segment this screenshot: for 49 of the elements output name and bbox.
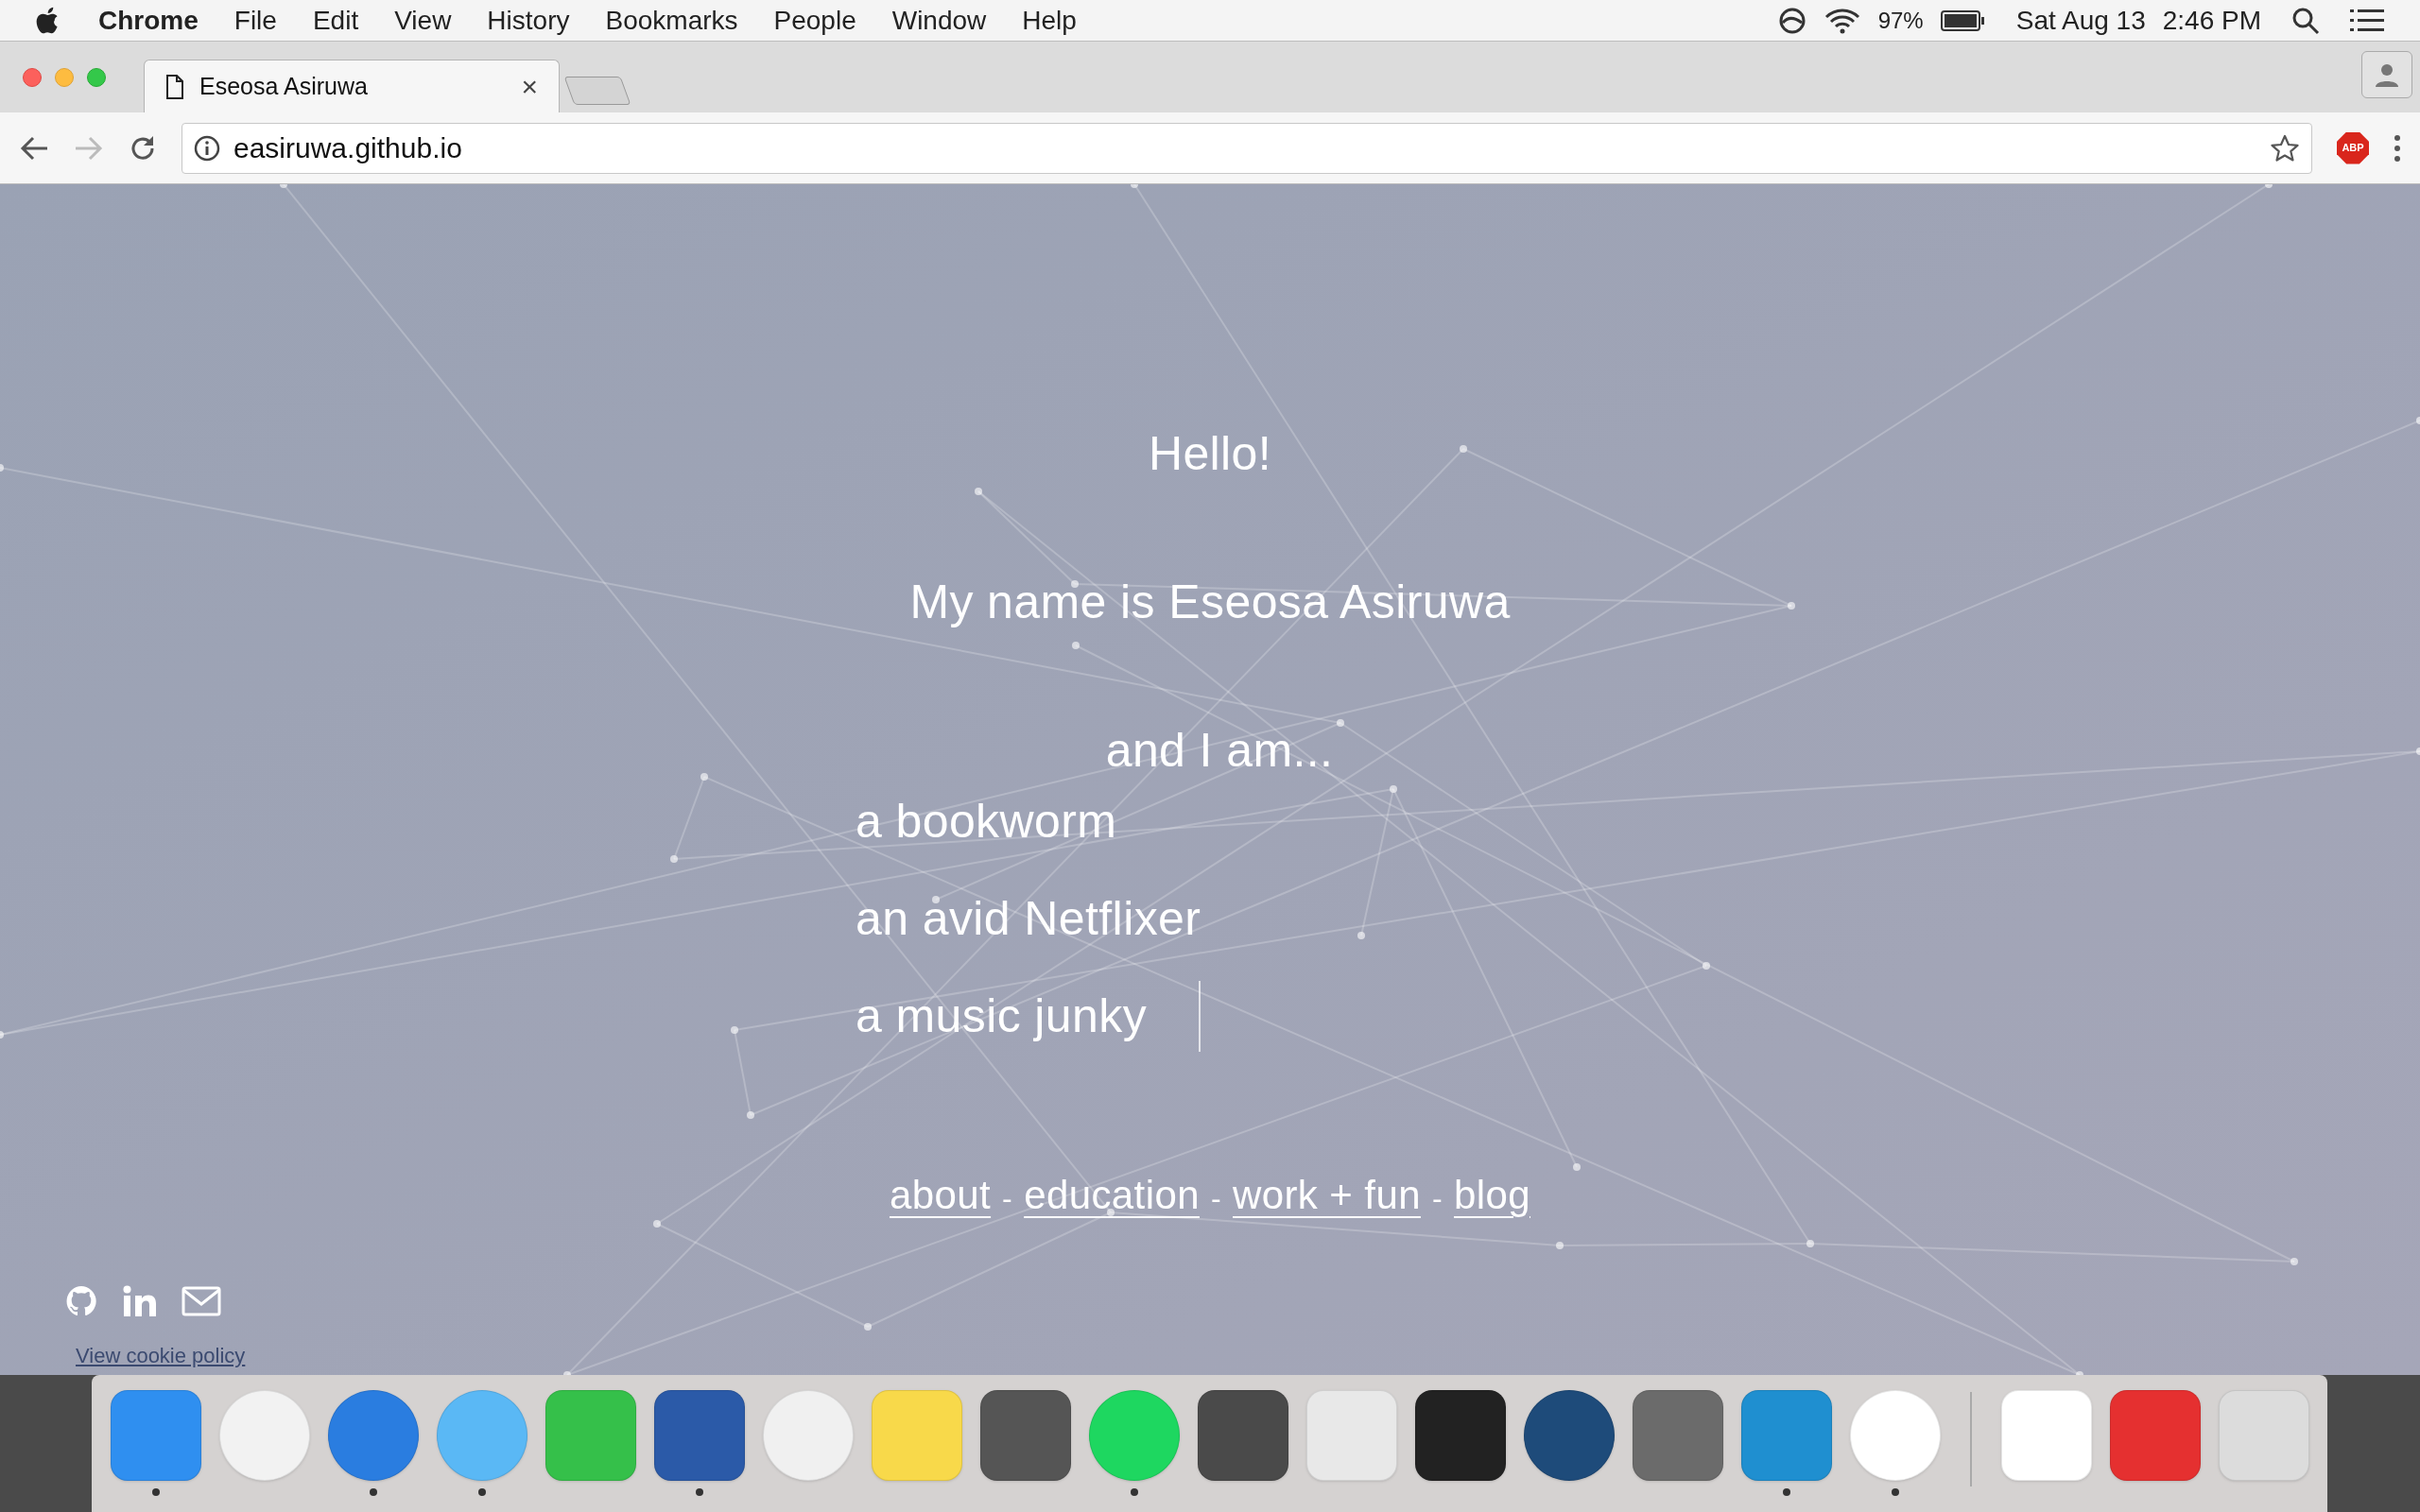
menu-item[interactable]: View bbox=[394, 0, 452, 41]
star-icon[interactable] bbox=[2270, 132, 2300, 163]
trait-text: a music junky bbox=[856, 981, 1201, 1052]
wifi-icon[interactable] bbox=[1823, 6, 1861, 35]
link-separator: - bbox=[1431, 1180, 1443, 1217]
address-bar[interactable]: easiruwa.github.io bbox=[182, 122, 2312, 174]
battery-icon[interactable] bbox=[1940, 9, 1986, 32]
close-window-button[interactable] bbox=[23, 67, 42, 87]
search-icon[interactable] bbox=[2291, 6, 2320, 35]
link-separator: - bbox=[1002, 1180, 1013, 1217]
menu-item[interactable]: Edit bbox=[312, 0, 359, 41]
app-icon[interactable] bbox=[1197, 1389, 1288, 1481]
menu-bar-date[interactable]: Sat Aug 13 bbox=[2015, 0, 2146, 41]
trait-text: a bookworm bbox=[856, 794, 1118, 850]
menu-item[interactable]: Help bbox=[1022, 0, 1077, 41]
zoom-window-button[interactable] bbox=[87, 67, 106, 87]
menu-item[interactable]: Window bbox=[891, 0, 987, 41]
list-icon[interactable] bbox=[2350, 8, 2384, 33]
browser-tab[interactable]: Eseosa Asiruwa × bbox=[144, 60, 560, 112]
menu-item[interactable]: People bbox=[773, 0, 856, 41]
lead-text: and I am... bbox=[1105, 723, 1334, 779]
intro-text: My name is Eseosa Asiruwa bbox=[909, 575, 1511, 630]
person-icon bbox=[2375, 62, 2399, 87]
document-icon bbox=[165, 74, 184, 99]
trait-text: an avid Netflixer bbox=[856, 891, 1201, 947]
tab-title: Eseosa Asiruwa bbox=[199, 71, 369, 101]
battery-percentage: 97% bbox=[1877, 6, 1924, 35]
adblock-button[interactable]: ABP bbox=[2337, 131, 2369, 164]
more-icon[interactable] bbox=[2394, 133, 2401, 163]
cookie-policy-link[interactable]: View cookie policy bbox=[76, 1340, 246, 1371]
greeting-heading: Hello! bbox=[1148, 426, 1272, 482]
minimize-window-button[interactable] bbox=[55, 67, 74, 87]
sync-icon[interactable] bbox=[1777, 6, 1806, 35]
menu-bar-clock[interactable]: 2:46 PM bbox=[2162, 0, 2261, 41]
app-icon[interactable] bbox=[653, 1389, 745, 1481]
close-tab-button[interactable]: × bbox=[521, 72, 538, 101]
menu-item[interactable]: Bookmarks bbox=[605, 0, 738, 41]
github-icon[interactable] bbox=[64, 1284, 98, 1318]
info-icon[interactable] bbox=[194, 134, 220, 162]
url-text: easiruwa.github.io bbox=[233, 131, 462, 165]
app-icon[interactable] bbox=[1414, 1389, 1506, 1481]
mail-icon[interactable] bbox=[182, 1286, 221, 1316]
profile-button[interactable] bbox=[2361, 51, 2412, 98]
app-icon[interactable] bbox=[979, 1389, 1071, 1481]
link-separator: - bbox=[1210, 1180, 1221, 1217]
linkedin-icon[interactable] bbox=[123, 1285, 157, 1317]
app-menu[interactable]: Chrome bbox=[98, 0, 199, 41]
menu-item[interactable]: History bbox=[487, 0, 570, 41]
menu-item[interactable]: File bbox=[233, 0, 277, 41]
